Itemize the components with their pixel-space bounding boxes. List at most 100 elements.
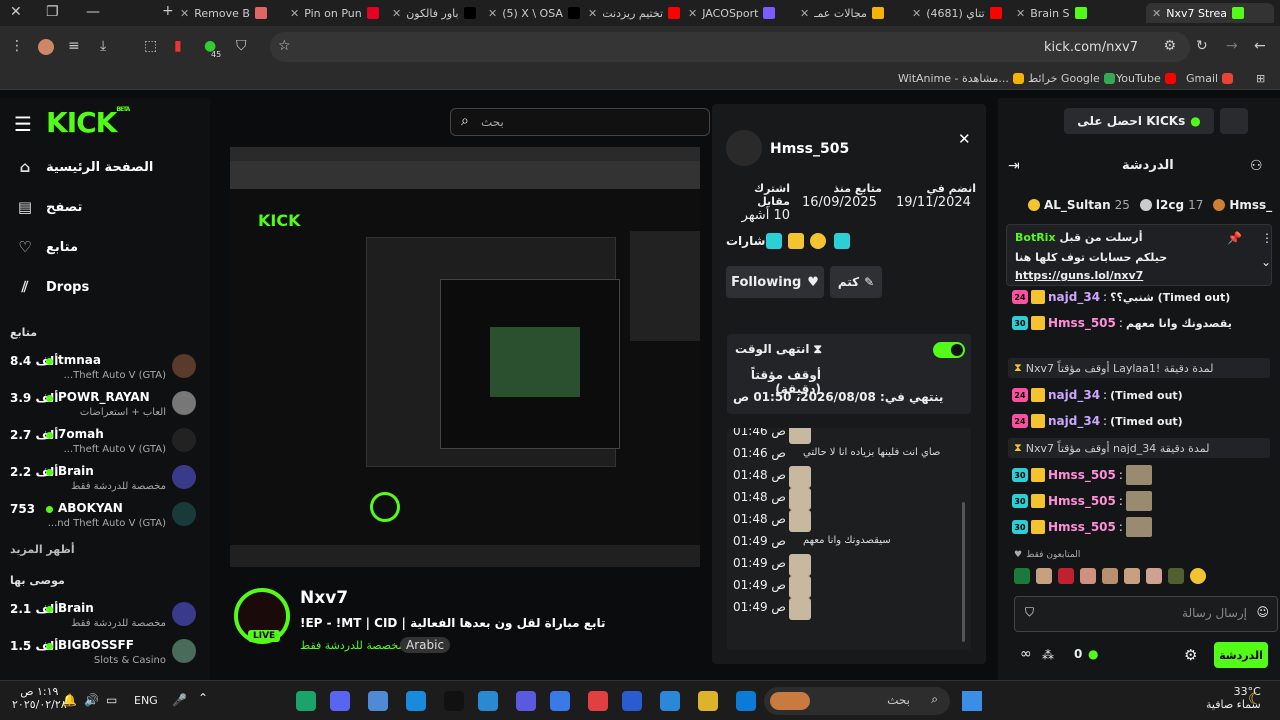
browser-tab[interactable]: ✕ JACOSport [688, 3, 788, 23]
download-icon[interactable]: ⤓ [100, 38, 106, 54]
collapse-chat-icon[interactable]: ⇥ [1008, 158, 1020, 174]
browser-tab[interactable]: ✕ Brain S [1016, 3, 1116, 23]
restore-window-icon[interactable]: ❐ [46, 4, 59, 20]
close-tab-icon[interactable]: ✕ [392, 7, 401, 20]
new-tab-icon[interactable]: + [162, 3, 174, 19]
close-tab-icon[interactable]: ✕ [1016, 7, 1025, 20]
emote[interactable] [1168, 568, 1184, 584]
channel-item[interactable]: 753 ABOKYAN nd Theft Auto V (GTA)... [0, 498, 210, 534]
close-tab-icon[interactable]: ✕ [688, 7, 697, 20]
video-player[interactable]: KICK [230, 147, 700, 567]
close-tab-icon[interactable]: ✕ [1152, 7, 1161, 20]
windows-start-icon[interactable] [962, 691, 982, 711]
emote[interactable] [1190, 568, 1206, 584]
minimize-window-icon[interactable]: — [86, 4, 100, 20]
close-tab-icon[interactable]: ✕ [800, 7, 809, 20]
language-tag[interactable]: Arabic [400, 637, 451, 653]
browser-tab[interactable]: ✕ (4681) تتاي [912, 3, 1012, 23]
infinity-icon[interactable]: ∞ [1020, 646, 1032, 662]
taskbar-app-icon[interactable] [478, 691, 498, 711]
user-message-history[interactable]: 01:46 ص 01:46 ص صاي انت فلينها بزياده انا … [727, 428, 971, 650]
channel-item[interactable]: 1.5 ألفBIGBOSSFFSlots & Casino [0, 635, 210, 671]
channel-item[interactable]: 3.9 ألفPOWR_RAYANألعاب + استعراضات [0, 387, 210, 423]
browser-tab[interactable]: ✕ Pin on Pun [290, 3, 390, 23]
browser-tab[interactable]: ✕ (5) X \ OSA [488, 3, 588, 23]
taskbar-app-icon[interactable] [296, 691, 316, 711]
extension-icon[interactable]: ▮ [174, 38, 182, 54]
channel-name[interactable]: Nxv7 [300, 588, 348, 608]
taskbar-app-icon[interactable] [406, 691, 426, 711]
apps-icon[interactable]: ⊞ [1256, 72, 1265, 85]
chat-username[interactable]: Hmss_505 [1048, 468, 1116, 482]
emote[interactable] [1102, 568, 1118, 584]
bookmark-item[interactable]: Gmail [1186, 72, 1234, 85]
back-icon[interactable]: ← [1254, 38, 1266, 54]
close-icon[interactable]: ✕ [958, 130, 971, 148]
scrollbar[interactable] [962, 502, 965, 642]
close-tab-icon[interactable]: ✕ [588, 7, 597, 20]
taskbar-app-icon[interactable] [588, 691, 608, 711]
nav-item[interactable]: ▤ تصفح [0, 192, 210, 222]
chat-username[interactable]: najd_34 [1048, 290, 1100, 304]
chat-message[interactable]: 24 najd_34: (Timed out) [1012, 410, 1270, 432]
chat-username[interactable]: najd_34 [1048, 388, 1100, 402]
notification-icon[interactable]: 🔔 [62, 693, 77, 707]
close-tab-icon[interactable]: ✕ [488, 7, 497, 20]
shield-icon[interactable]: ⛉ [1025, 605, 1034, 620]
channel-item[interactable]: 2.7 ألف7omahTheft Auto V (GTA)... [0, 424, 210, 460]
top-gifter[interactable]: Hmss_ [1213, 194, 1272, 216]
avatar[interactable] [1220, 108, 1248, 134]
taskbar-app-icon[interactable] [516, 691, 536, 711]
following-button[interactable]: Following ♥ [726, 266, 824, 298]
chat-message[interactable]: 24 najd_34: (Timed out) [1012, 384, 1270, 406]
taskbar-app-icon[interactable] [368, 691, 388, 711]
bookmark-star-icon[interactable]: ☆ [278, 38, 291, 54]
close-tab-icon[interactable]: ✕ [290, 7, 299, 20]
timeout-toggle[interactable] [933, 342, 965, 358]
nav-item[interactable]: ⫽ Drops [0, 272, 210, 302]
chat-message[interactable]: 30 Hmss_505: [1012, 516, 1270, 538]
volume-icon[interactable]: 🔊 [84, 693, 99, 707]
emote[interactable] [1036, 568, 1052, 584]
browser-tab[interactable]: ✕ تختيم ريزدنت [588, 3, 688, 23]
emoji-icon[interactable]: ☺ [1256, 605, 1269, 619]
channel-item[interactable]: 8.4 ألفtmnaaTheft Auto V (GTA)... [0, 350, 210, 386]
reading-list-icon[interactable]: ≡ [68, 38, 80, 54]
mic-icon[interactable]: 🎤 [172, 693, 187, 707]
profile-username[interactable]: Hmss_505 [770, 141, 849, 157]
stream-category[interactable]: مخصصة للدردشة فقط [300, 639, 404, 652]
top-gifter[interactable]: AL_Sultan 25 [1028, 194, 1130, 216]
send-chat-button[interactable]: الدردشة [1214, 642, 1268, 668]
extensions-icon[interactable]: ⬚ [144, 38, 157, 54]
channel-item[interactable]: 2.1 ألفBrainمخصصة للدردشة فقط [0, 598, 210, 634]
browser-tab[interactable]: ✕ مجالات عمـ [800, 3, 900, 23]
chat-input[interactable]: ⛉ إرسال رسالة ☺ [1014, 596, 1278, 632]
nav-item[interactable]: ⌂ الصفحة الرئيسية [0, 152, 210, 182]
emote[interactable] [1014, 568, 1030, 584]
shield-icon[interactable]: ⛉ [236, 38, 247, 54]
close-tab-icon[interactable]: ✕ [180, 7, 189, 20]
url-box[interactable]: ☆ kick.com/nxv7 ⚙ [270, 32, 1190, 62]
taskbar-app-icon[interactable] [622, 691, 642, 711]
hamburger-icon[interactable]: ☰ [14, 112, 32, 136]
language-indicator[interactable]: ENG [134, 694, 158, 707]
channel-item[interactable]: 2.2 ألفBrainمخصصة للدردشة فقط [0, 461, 210, 497]
chat-username[interactable]: Hmss_505 [1048, 520, 1116, 534]
chat-username[interactable]: Hmss_505 [1048, 494, 1116, 508]
mute-button[interactable]: كتم ✎ [830, 266, 882, 298]
clock[interactable]: ١:١٩ ص ٢٠٢٥/٠٢/٢٨ [12, 685, 67, 711]
taskbar-app-icon[interactable] [698, 691, 718, 711]
get-kicks-button[interactable]: احصل على KICKs ● [1064, 108, 1214, 134]
taskbar-app-icon[interactable] [660, 691, 680, 711]
taskbar-app-icon[interactable] [550, 691, 570, 711]
site-info-icon[interactable]: ⚙ [1163, 38, 1176, 54]
gear-icon[interactable]: ⚙ [1184, 646, 1197, 664]
chevron-down-icon[interactable]: ⌄ [1261, 255, 1271, 269]
chat-message[interactable]: 30 Hmss_505: [1012, 490, 1270, 512]
taskbar-app-icon[interactable] [736, 691, 756, 711]
kick-logo[interactable]: KICKBETA [46, 106, 130, 139]
nav-item[interactable]: ♡ متابع [0, 232, 210, 262]
users-icon[interactable]: ⚇ [1250, 158, 1263, 174]
profile-avatar[interactable] [38, 39, 54, 55]
close-tab-icon[interactable]: ✕ [912, 7, 921, 20]
